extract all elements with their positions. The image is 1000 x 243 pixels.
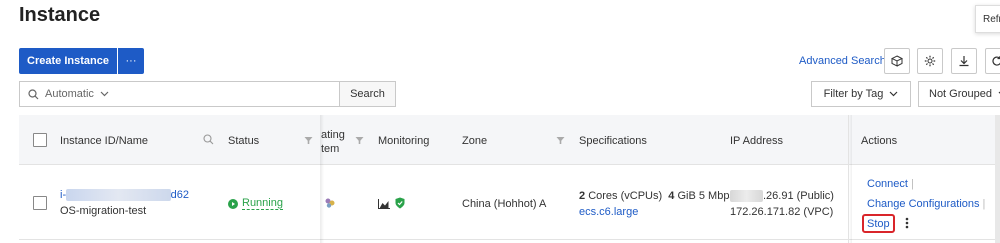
cube-icon-button[interactable] [884,48,910,74]
header-tag-line1: ating [321,129,345,141]
refresh-tooltip: Refr [975,5,1000,33]
tag-icon[interactable] [324,197,336,209]
search-mode-label: Automatic [45,88,94,100]
header-zone: Zone [462,135,488,147]
ip-redacted: xxxxxx [730,190,763,202]
connect-link[interactable]: Connect | [867,178,917,190]
cube-icon [891,55,903,67]
instance-id-link[interactable]: i-xxxxxxxxxxxxxxxxxxxd62 [60,189,189,201]
action-separator: | [910,178,914,190]
filter-icon[interactable] [556,136,565,145]
status-badge: Running [228,197,283,210]
filter-by-tag-dropdown[interactable]: Filter by Tag [811,81,911,107]
ip-public-suffix: .26.91 (Public) [763,190,834,202]
spec-cores: 2 [579,190,586,202]
refresh-icon [992,56,1000,66]
chevron-down-icon [889,91,898,97]
actions-column-shadow [848,115,852,243]
table-row: i-xxxxxxxxxxxxxxxxxxxd62 OS-migration-te… [19,165,1000,240]
page-title: Instance [19,4,101,26]
instance-type-link[interactable]: ecs.c6.large [579,206,638,218]
export-button[interactable] [951,48,977,74]
download-icon [959,56,969,67]
shield-icon[interactable] [395,197,405,209]
play-circle-icon [228,198,238,209]
header-specifications: Specifications [579,135,647,147]
ip-public: xxxxxx.26.91 (Public) [730,190,834,202]
change-config-label: Change Configurations [867,198,980,210]
filter-icon[interactable] [355,136,364,145]
settings-button[interactable] [917,48,943,74]
search-input[interactable]: Automatic [19,81,339,107]
more-vertical-icon[interactable] [905,217,909,229]
header-instance: Instance ID/Name [60,135,149,147]
search-icon[interactable] [203,134,214,145]
row-checkbox[interactable] [33,196,47,210]
spec-cores-unit: Cores (vCPUs) [588,190,663,202]
search-icon [28,88,39,99]
header-tag-partial: ating tem [321,128,345,156]
refresh-button[interactable] [985,48,1000,74]
grouping-label: Not Grouped [929,88,992,100]
instance-name: OS-migration-test [60,205,147,217]
change-config-link[interactable]: Change Configurations | [867,198,988,210]
header-actions: Actions [861,135,898,147]
create-instance-button[interactable]: Create Instance [19,48,117,74]
gear-icon [924,55,936,67]
more-actions-button[interactable]: ··· [118,48,144,74]
connect-label: Connect [867,178,908,190]
zone-text: China (Hohhot) A [462,198,547,210]
header-ip: IP Address [730,135,783,147]
chevron-down-icon [100,91,109,97]
status-text: Running [242,197,283,210]
frozen-column-shadow [320,115,324,243]
header-monitoring: Monitoring [378,135,430,147]
search-button[interactable]: Search [339,81,396,107]
instance-id-suffix: d62 [170,189,189,201]
advanced-search-link[interactable]: Advanced Search [799,55,886,67]
specifications-text: 2 Cores (vCPUs) 4 GiB 5 Mbps [579,190,735,202]
ip-private: 172.26.171.82 (VPC) [730,206,834,218]
header-status: Status [228,135,260,147]
table-header: Instance ID/Name Status ating tem Monito… [19,115,1000,165]
filter-icon[interactable] [304,136,313,145]
instance-id-redacted: xxxxxxxxxxxxxxxxxxx [66,189,171,201]
spec-mem: 4 [668,190,675,202]
stop-link[interactable]: Stop [867,218,890,230]
chart-icon[interactable] [378,199,390,209]
spec-mem-unit: GiB [677,190,696,202]
grouping-dropdown[interactable]: Not Grouped [918,81,1000,107]
action-separator: | [982,198,986,210]
horizontal-scrollbar-edge[interactable] [995,115,1000,243]
select-all-checkbox[interactable] [33,133,47,147]
filter-by-tag-label: Filter by Tag [823,88,884,100]
